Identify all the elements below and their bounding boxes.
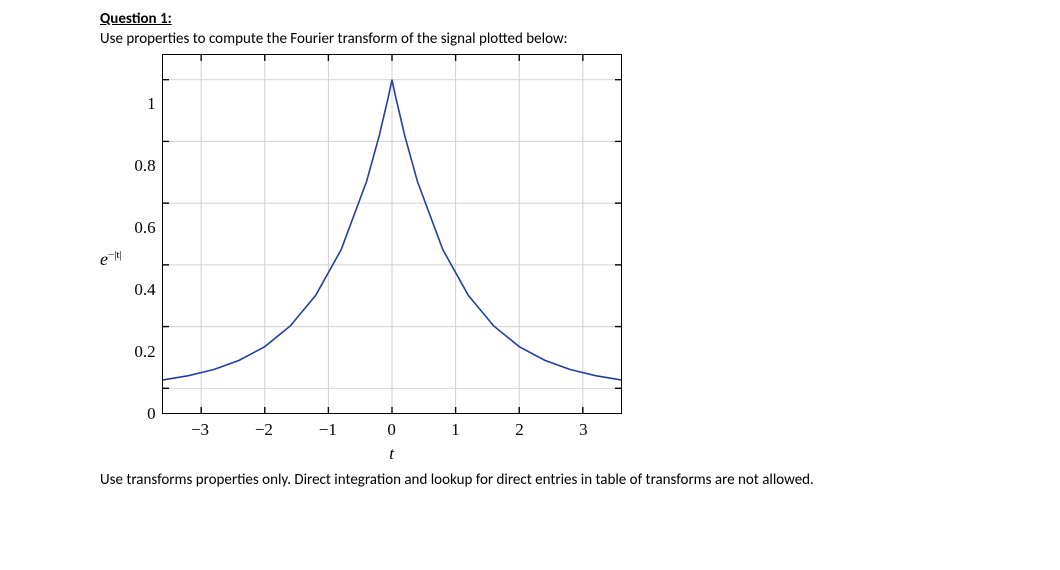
question-heading: Question 1: (100, 10, 1060, 28)
y-axis-label: e−|t| (100, 249, 122, 270)
page-root: Question 1: Use properties to compute th… (0, 0, 1060, 570)
question-title: Question 1: (100, 10, 172, 28)
gridlines (163, 55, 621, 413)
x-axis-label: t (389, 444, 394, 464)
question-footer: Use transforms properties only. Direct i… (100, 470, 1000, 490)
chart-svg (163, 55, 621, 413)
y-tick-label: 1 (147, 94, 156, 114)
question-prompt: Use properties to compute the Fourier tr… (100, 30, 1060, 48)
chart-container: e−|t| 0 0.2 0.4 0.6 0.8 1 −3 −2 −1 0 1 2 3 t (100, 54, 1060, 464)
x-tick-label: 0 (387, 420, 396, 440)
x-tick-row: −3 −2 −1 0 1 2 3 (162, 420, 622, 442)
y-tick-column: 0 0.2 0.4 0.6 0.8 1 (128, 79, 162, 439)
y-tick-label: 0.4 (134, 280, 155, 300)
y-tick-label: 0.2 (134, 342, 155, 362)
x-tick-label: −1 (319, 420, 337, 440)
x-tick-label: 3 (579, 420, 588, 440)
y-tick-label: 0 (147, 404, 156, 424)
y-tick-label: 0.8 (134, 156, 155, 176)
x-tick-label: 1 (451, 420, 460, 440)
plot-area (162, 54, 622, 414)
x-tick-label: −2 (255, 420, 273, 440)
y-tick-label: 0.6 (134, 218, 155, 238)
plot-column: −3 −2 −1 0 1 2 3 t (162, 54, 622, 464)
x-tick-label: 2 (515, 420, 524, 440)
x-tick-label: −3 (191, 420, 209, 440)
